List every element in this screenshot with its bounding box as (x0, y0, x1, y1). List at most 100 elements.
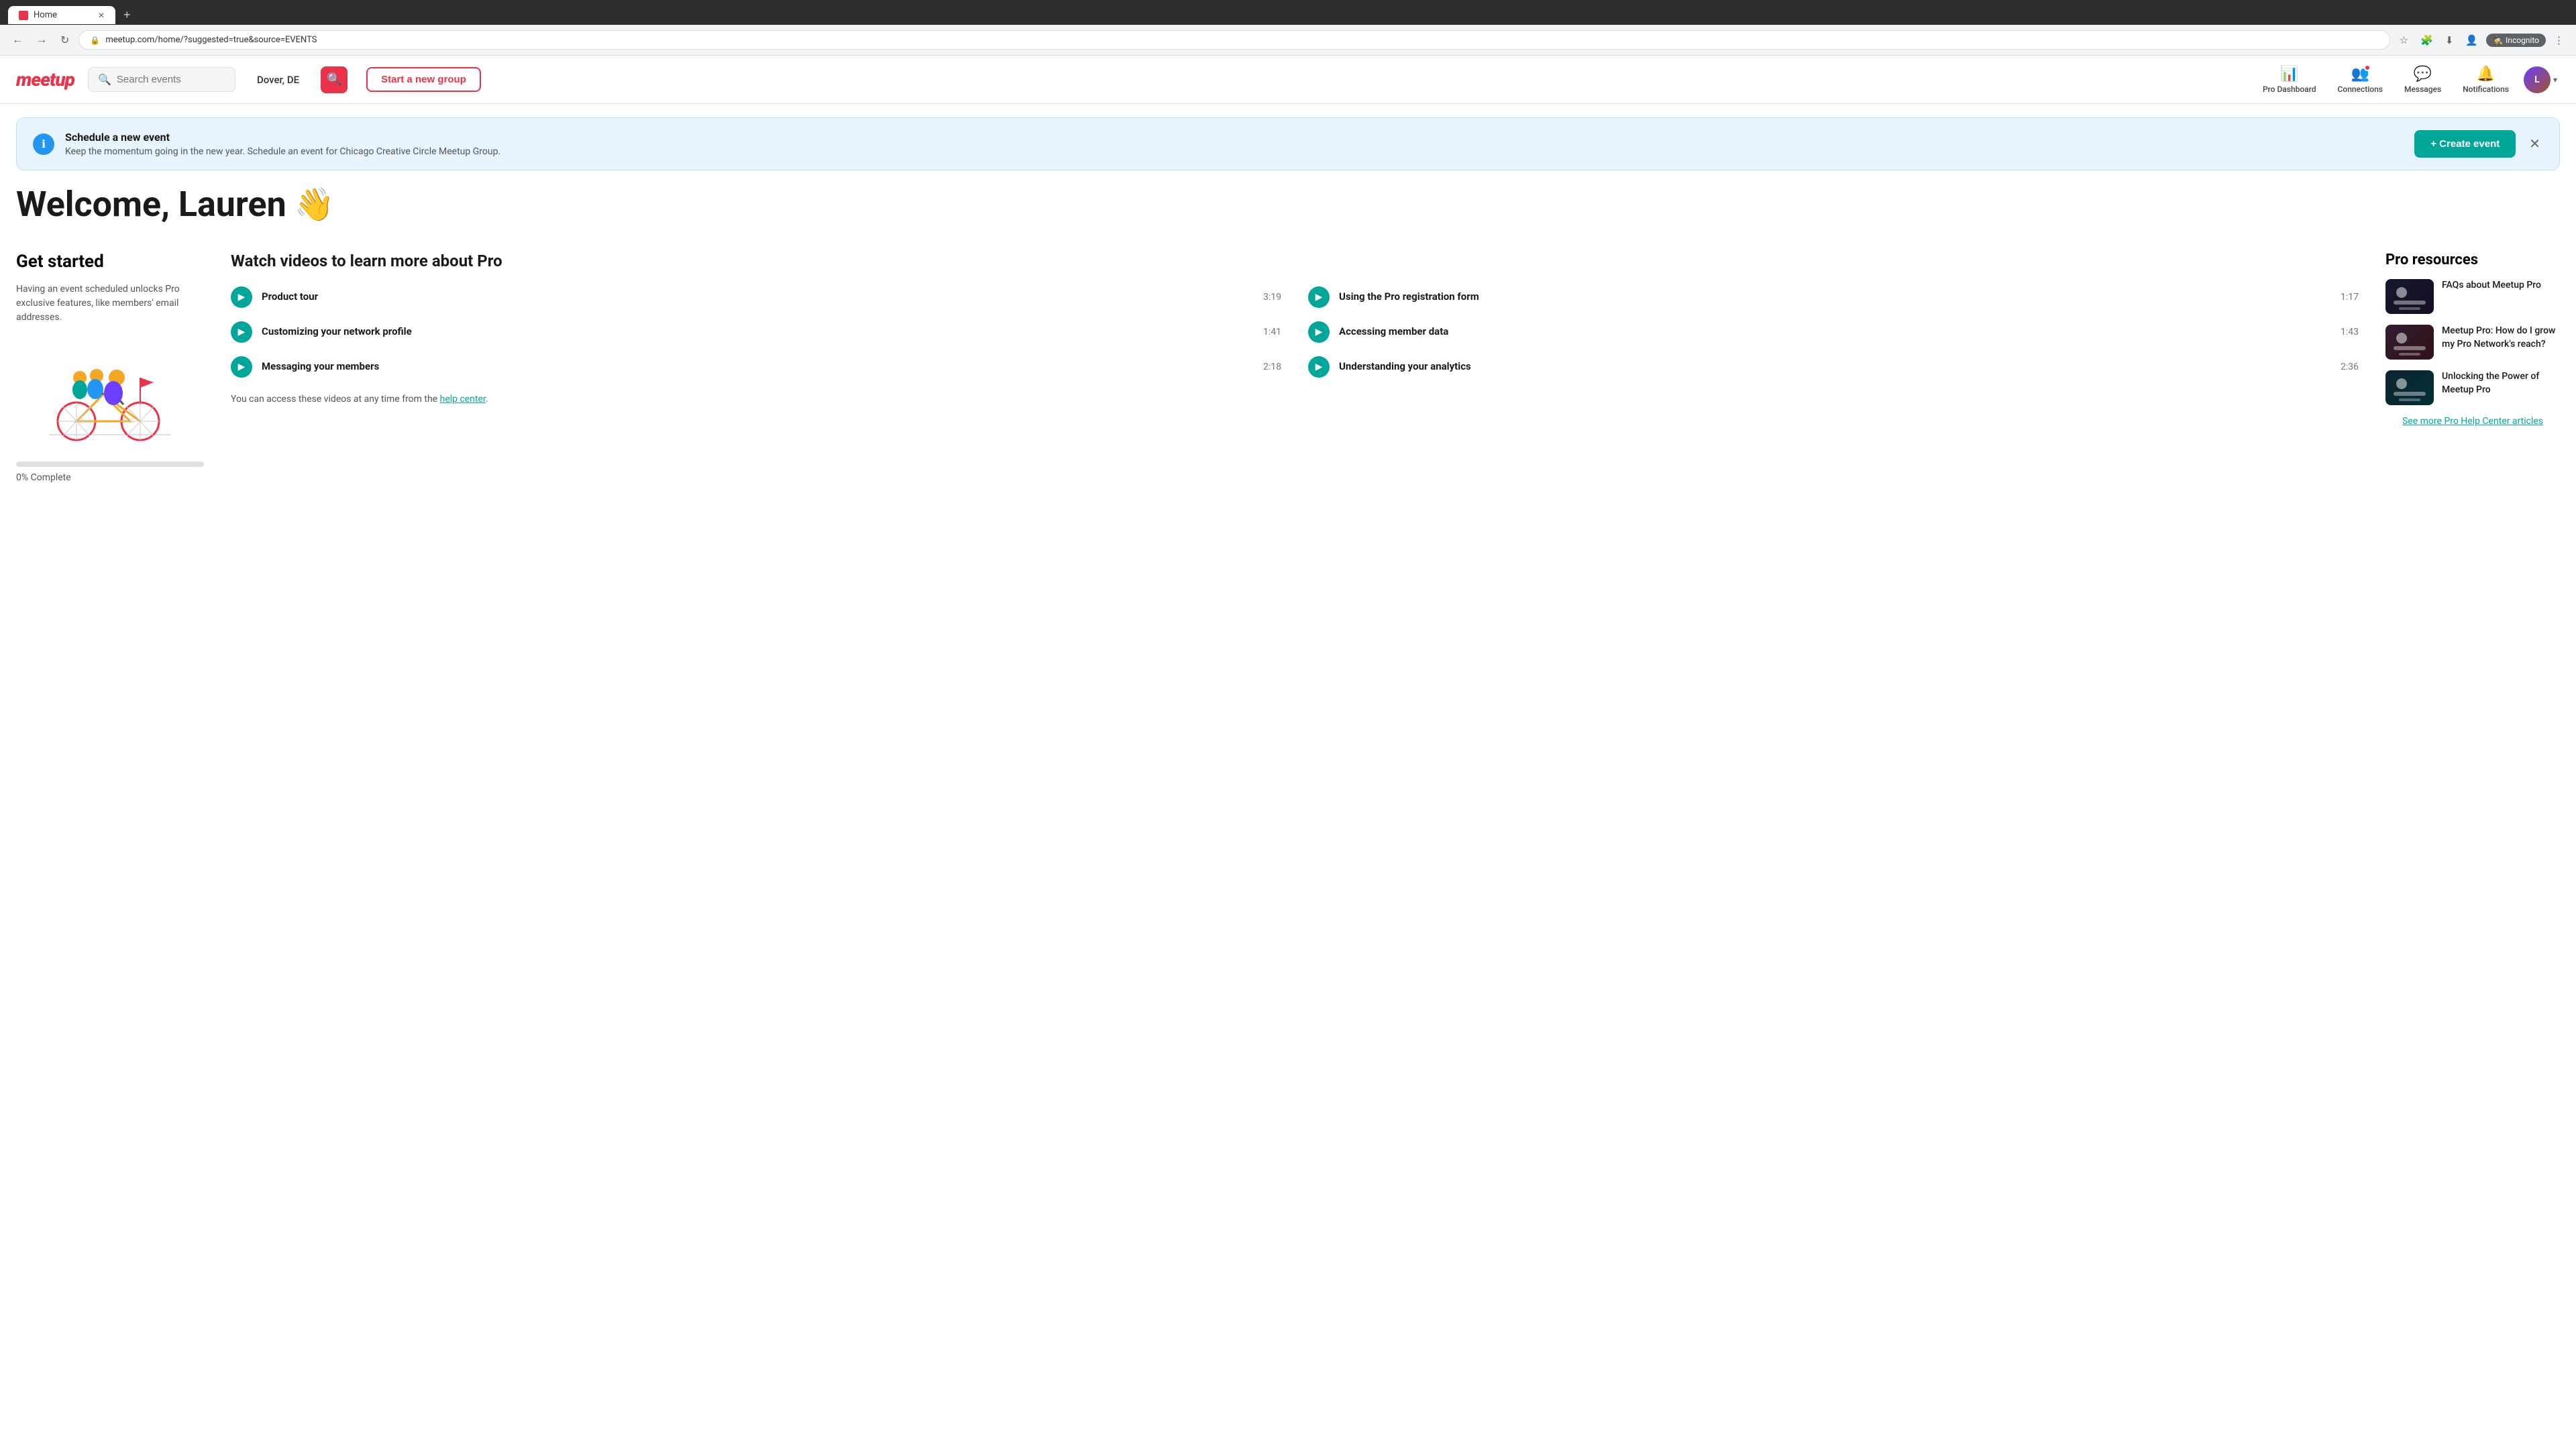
video-title: Understanding your analytics (1339, 360, 1471, 374)
extensions-icon[interactable]: 🧩 (2416, 32, 2437, 49)
video-duration: 1:43 (2341, 327, 2359, 337)
pro-dashboard-icon: 📊 (2280, 66, 2298, 83)
video-item[interactable]: ▶ Understanding your analytics 2:36 (1308, 356, 2359, 378)
help-center-link[interactable]: help center (440, 394, 486, 405)
browser-actions: ☆ 🧩 ⬇ 👤 🕵 Incognito ⋮ (2396, 32, 2568, 49)
back-button[interactable]: ← (8, 32, 27, 49)
resource-thumbnail (2385, 279, 2434, 314)
notification-banner: ℹ Schedule a new event Keep the momentum… (16, 117, 2560, 170)
resource-thumbnail (2385, 370, 2434, 405)
video-footer-prefix: You can access these videos at any time … (231, 394, 440, 405)
video-duration: 1:41 (1263, 327, 1281, 337)
banner-close-button[interactable]: ✕ (2526, 133, 2543, 155)
resource-item[interactable]: FAQs about Meetup Pro (2385, 279, 2560, 314)
progress-bar-container: 0% Complete (16, 462, 204, 485)
play-icon: ▶ (1308, 356, 1330, 378)
resource-list: FAQs about Meetup Pro Meetup Pro: How do… (2385, 279, 2560, 405)
nav-item-notifications[interactable]: 🔔 Notifications (2453, 60, 2518, 99)
video-item[interactable]: ▶ Messaging your members 2:18 (231, 356, 1281, 378)
search-bar[interactable]: 🔍 (88, 67, 235, 92)
new-tab-button[interactable]: + (118, 5, 136, 25)
welcome-heading: Welcome, Lauren 👋 (16, 184, 2560, 225)
resource-item[interactable]: Meetup Pro: How do I grow my Pro Network… (2385, 325, 2560, 360)
browser-chrome: Home ✕ + (0, 0, 2576, 25)
incognito-label: Incognito (2506, 36, 2539, 45)
profile-icon[interactable]: 👤 (2461, 32, 2482, 49)
search-icon: 🔍 (98, 73, 111, 86)
location-display[interactable]: Dover, DE (249, 74, 307, 86)
video-duration: 3:19 (1263, 292, 1281, 303)
video-title: Product tour (262, 290, 318, 304)
create-event-button[interactable]: + Create event (2414, 130, 2516, 158)
video-item[interactable]: ▶ Accessing member data 1:43 (1308, 321, 2359, 343)
video-section: Watch videos to learn more about Pro ▶ P… (231, 252, 2359, 405)
see-more-link[interactable]: See more Pro Help Center articles (2385, 416, 2560, 427)
messages-icon: 💬 (2414, 66, 2432, 83)
get-started-heading: Get started (16, 252, 204, 272)
active-tab[interactable]: Home ✕ (8, 6, 115, 24)
pro-resources-heading: Pro resources (2385, 252, 2560, 268)
video-item[interactable]: ▶ Using the Pro registration form 1:17 (1308, 286, 2359, 308)
play-icon: ▶ (1308, 321, 1330, 343)
progress-label: 0% Complete (16, 471, 204, 485)
tab-close-button[interactable]: ✕ (98, 11, 105, 20)
video-footer-suffix: . (486, 394, 488, 405)
meetup-logo[interactable]: meetup (16, 68, 74, 91)
incognito-badge: 🕵 Incognito (2486, 34, 2546, 47)
connections-icon: 👥 (2351, 66, 2369, 83)
video-duration: 2:18 (1263, 362, 1281, 372)
address-text: meetup.com/home/?suggested=true&source=E… (105, 35, 317, 45)
resource-text: Unlocking the Power of Meetup Pro (2442, 370, 2560, 396)
incognito-icon: 🕵 (2493, 36, 2503, 45)
banner-body: Keep the momentum going in the new year.… (65, 146, 500, 157)
browser-controls: ← → ↻ 🔒 meetup.com/home/?suggested=true&… (0, 25, 2576, 56)
resource-text: Meetup Pro: How do I grow my Pro Network… (2442, 325, 2560, 351)
bookmark-icon[interactable]: ☆ (2396, 32, 2412, 49)
banner-info-icon: ℹ (33, 133, 54, 155)
address-bar[interactable]: 🔒 meetup.com/home/?suggested=true&source… (78, 30, 2390, 50)
video-item[interactable]: ▶ Customizing your network profile 1:41 (231, 321, 1281, 343)
notifications-icon: 🔔 (2477, 66, 2495, 83)
video-title: Messaging your members (262, 360, 379, 374)
forward-button[interactable]: → (32, 32, 51, 49)
video-title: Customizing your network profile (262, 325, 412, 339)
play-icon: ▶ (231, 321, 252, 343)
banner-title: Schedule a new event (65, 131, 500, 144)
video-title: Using the Pro registration form (1339, 290, 1479, 304)
nav-item-connections[interactable]: 👥 Connections (2328, 60, 2392, 99)
resource-item[interactable]: Unlocking the Power of Meetup Pro (2385, 370, 2560, 405)
nav-label-notifications: Notifications (2463, 85, 2509, 94)
tab-bar: Home ✕ + (8, 5, 2568, 25)
nav-label-messages: Messages (2404, 85, 2441, 94)
banner-text: Schedule a new event Keep the momentum g… (65, 131, 500, 157)
pro-resources-section: Pro resources FAQs about Meetup Pro Meet… (2385, 252, 2560, 427)
resource-thumbnail (2385, 325, 2434, 360)
play-icon: ▶ (231, 356, 252, 378)
nav-label-connections: Connections (2338, 85, 2383, 94)
play-icon: ▶ (231, 286, 252, 308)
site-header: meetup 🔍 Dover, DE 🔍 Start a new group 📊… (0, 56, 2576, 104)
download-icon[interactable]: ⬇ (2441, 32, 2458, 49)
video-section-heading: Watch videos to learn more about Pro (231, 252, 2359, 270)
user-avatar-button[interactable]: L ▾ (2521, 64, 2560, 96)
header-nav: 📊 Pro Dashboard 👥 Connections 💬 Messages… (2253, 60, 2560, 99)
resource-text: FAQs about Meetup Pro (2442, 279, 2541, 292)
user-initials: L (2534, 74, 2540, 85)
banner-actions: + Create event ✕ (2414, 130, 2543, 158)
progress-bar (16, 462, 204, 467)
nav-item-pro-dashboard[interactable]: 📊 Pro Dashboard (2253, 60, 2326, 99)
more-options-button[interactable]: ⋮ (2550, 32, 2568, 49)
user-avatar: L (2524, 66, 2551, 93)
refresh-button[interactable]: ↻ (56, 31, 73, 50)
video-item[interactable]: ▶ Product tour 3:19 (231, 286, 1281, 308)
lock-icon: 🔒 (90, 36, 100, 45)
video-footer: You can access these videos at any time … (231, 394, 2359, 405)
search-input[interactable] (117, 74, 211, 85)
get-started-section: Get started Having an event scheduled un… (16, 252, 204, 501)
nav-item-messages[interactable]: 💬 Messages (2395, 60, 2451, 99)
start-new-group-button[interactable]: Start a new group (366, 67, 481, 92)
get-started-body: Having an event scheduled unlocks Pro ex… (16, 282, 204, 325)
search-button[interactable]: 🔍 (321, 66, 347, 93)
meetup-app: meetup 🔍 Dover, DE 🔍 Start a new group 📊… (0, 56, 2576, 1444)
welcome-emoji: 👋 (294, 185, 335, 223)
